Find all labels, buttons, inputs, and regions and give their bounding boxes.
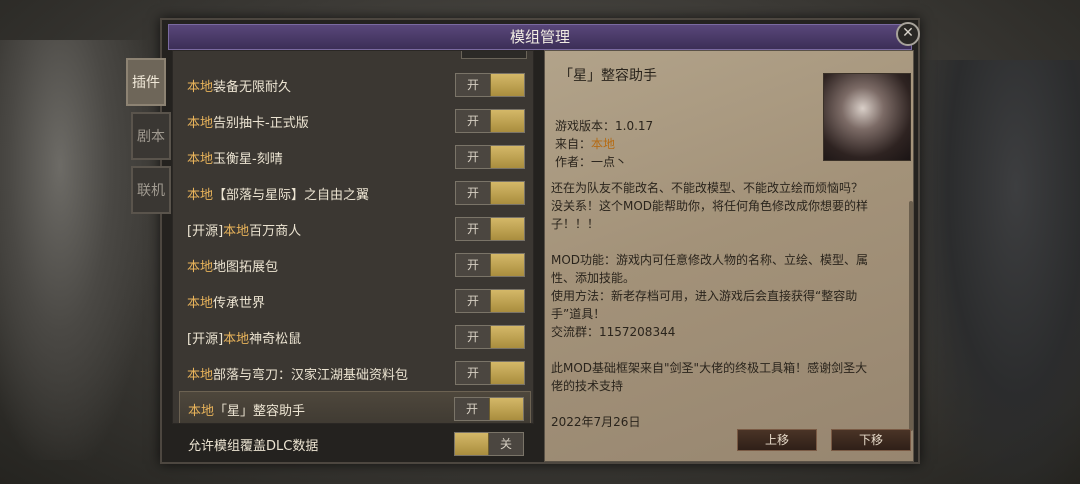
tab-script[interactable]: 剧本 — [131, 112, 171, 160]
partial-row-toggle — [461, 51, 527, 59]
tab-online[interactable]: 联机 — [131, 166, 171, 214]
mod-list[interactable]: 本地装备无限耐久 开 本地告别抽卡-正式版 开 本地玉衡星-刻晴 开 本地【部落… — [172, 50, 534, 424]
mod-author: 作者：一点丶 — [555, 155, 628, 169]
mod-toggle[interactable]: 开 — [455, 253, 525, 277]
tab-online-label: 联机 — [137, 183, 165, 199]
list-item[interactable]: [开源]本地神奇松鼠 开 — [179, 319, 531, 355]
list-item[interactable]: 本地装备无限耐久 开 — [179, 67, 531, 103]
mod-name: 本地装备无限耐久 — [187, 79, 292, 95]
mod-toggle[interactable]: 开 — [455, 109, 525, 133]
list-item[interactable]: 本地部落与弯刀：汉家江湖基础资料包 开 — [179, 355, 531, 391]
mod-name: 本地【部落与星际】之自由之翼 — [187, 187, 370, 203]
mod-detail-panel: 「星」整容助手 游戏版本：1.0.17 来自：本地 作者：一点丶 还在为队友不能… — [544, 50, 914, 462]
mod-name: 本地玉衡星-刻晴 — [187, 151, 283, 167]
tab-plugin-label: 插件 — [132, 75, 160, 91]
tab-plugin[interactable]: 插件 — [126, 58, 166, 106]
move-down-button[interactable]: 下移 — [831, 429, 911, 451]
mod-name: 本地地图拓展包 — [187, 259, 279, 275]
mod-toggle[interactable]: 开 — [454, 397, 524, 421]
mod-toggle[interactable]: 开 — [455, 145, 525, 169]
list-item[interactable]: [开源]本地百万商人 开 — [179, 211, 531, 247]
list-item[interactable]: 本地传承世界 开 — [179, 283, 531, 319]
list-item[interactable]: 本地玉衡星-刻晴 开 — [179, 139, 531, 175]
mod-name: 本地传承世界 — [187, 295, 266, 311]
dlc-override-label: 允许模组覆盖DLC数据 — [188, 438, 319, 454]
dialog-title: 模组管理 — [168, 24, 912, 50]
list-item-selected[interactable]: 本地「星」整容助手 开 — [179, 391, 531, 423]
mod-toggle[interactable]: 开 — [455, 289, 525, 313]
detail-scrollbar[interactable] — [909, 201, 913, 431]
mod-name: [开源]本地神奇松鼠 — [187, 331, 302, 347]
tab-script-label: 剧本 — [137, 129, 165, 145]
mod-name: [开源]本地百万商人 — [187, 223, 302, 239]
mod-name: 本地告别抽卡-正式版 — [187, 115, 309, 131]
dlc-override-row: 允许模组覆盖DLC数据 关 — [172, 428, 534, 460]
background-character-right — [920, 60, 1080, 484]
mod-toggle[interactable]: 开 — [455, 181, 525, 205]
detail-title: 「星」整容助手 — [559, 68, 657, 84]
dlc-override-toggle[interactable]: 关 — [454, 432, 524, 456]
mod-description: 还在为队友不能改名、不能改模型、不能改立绘而烦恼吗？ 没关系！这个MOD能帮助你… — [551, 181, 869, 429]
mod-toggle[interactable]: 开 — [455, 325, 525, 349]
list-item[interactable]: 本地【部落与星际】之自由之翼 开 — [179, 175, 531, 211]
mod-source: 来自：本地 — [555, 137, 616, 151]
mod-toggle[interactable]: 开 — [455, 217, 525, 241]
list-item[interactable]: 本地告别抽卡-正式版 开 — [179, 103, 531, 139]
mod-name: 本地「星」整容助手 — [188, 403, 306, 419]
game-version: 游戏版本：1.0.17 — [555, 119, 654, 133]
mod-toggle[interactable]: 开 — [455, 361, 525, 385]
close-icon[interactable]: ✕ — [896, 22, 920, 46]
list-item[interactable]: 本地地图拓展包 开 — [179, 247, 531, 283]
mod-toggle[interactable]: 开 — [455, 73, 525, 97]
mod-name: 本地部落与弯刀：汉家江湖基础资料包 — [187, 367, 409, 383]
mod-portrait — [823, 73, 911, 161]
move-up-button[interactable]: 上移 — [737, 429, 817, 451]
